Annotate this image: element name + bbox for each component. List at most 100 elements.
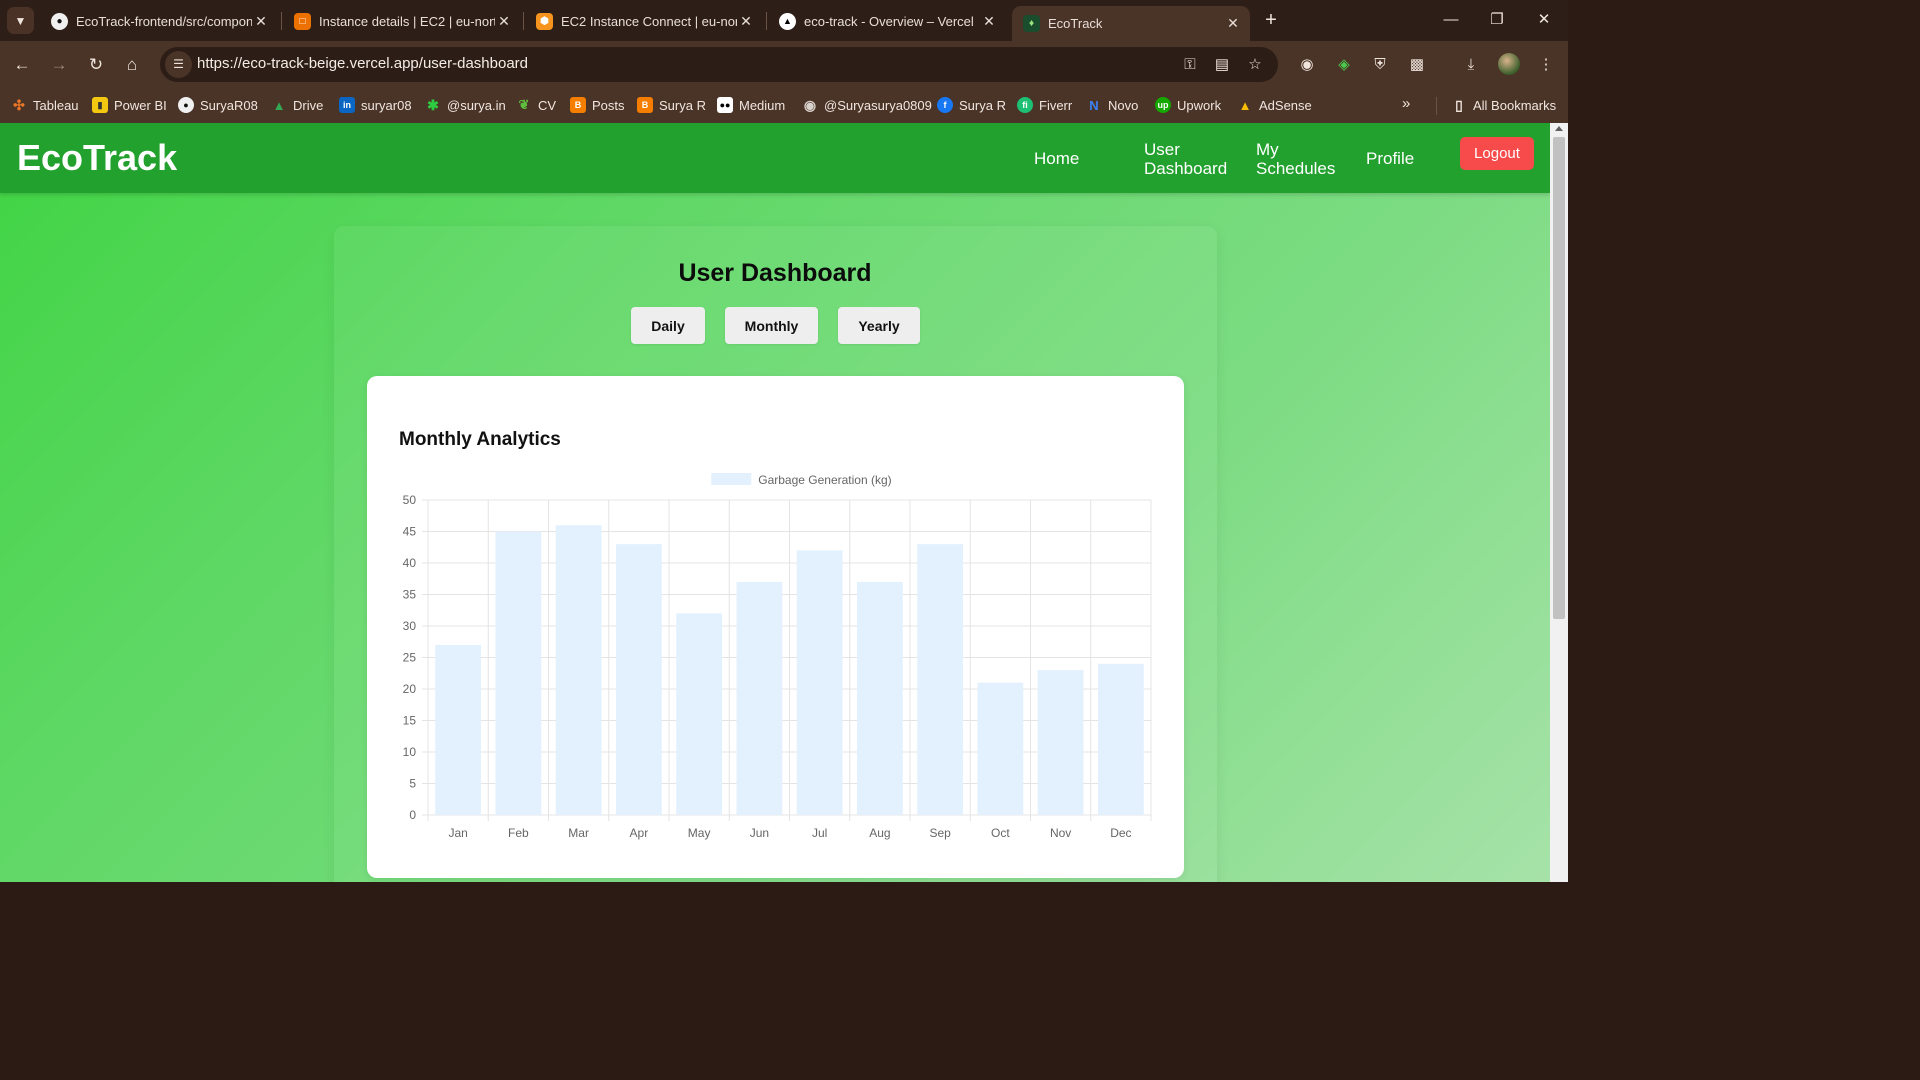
close-window-icon[interactable]: ✕ xyxy=(1532,8,1556,32)
close-tab-icon[interactable]: ✕ xyxy=(1224,15,1242,32)
extension-eye-icon[interactable]: ◈ xyxy=(1331,52,1357,78)
extensions-puzzle-icon[interactable]: ▩ xyxy=(1404,52,1430,78)
address-bar[interactable]: ☰ https://eco-track-beige.vercel.app/use… xyxy=(160,47,1278,82)
globe-icon: ◉ xyxy=(803,96,817,113)
tab-ec2-connect[interactable]: ⬢ EC2 Instance Connect | eu-north ✕ xyxy=(525,6,763,36)
bookmark-novo[interactable]: N Novo xyxy=(1086,95,1138,115)
legend-swatch xyxy=(711,473,752,485)
monthly-button[interactable]: Monthly xyxy=(725,307,818,344)
close-tab-icon[interactable]: ✕ xyxy=(495,13,513,30)
more-bookmarks-icon[interactable]: » xyxy=(1402,95,1410,112)
yearly-button[interactable]: Yearly xyxy=(838,307,920,344)
aws-ec2-icon: □ xyxy=(294,12,311,30)
extension-circle-icon[interactable]: ◉ xyxy=(1294,52,1320,78)
bar-dec xyxy=(1097,663,1144,815)
bookmark-linkedin[interactable]: in suryar08 xyxy=(339,95,412,115)
bookmark-label: Posts xyxy=(592,97,625,113)
bookmark-label: Medium xyxy=(739,97,786,113)
install-app-icon[interactable]: ▤ xyxy=(1210,53,1234,77)
url-text[interactable]: https://eco-track-beige.vercel.app/user-… xyxy=(197,55,528,72)
bookmark-drive[interactable]: ▲ Drive xyxy=(271,95,324,115)
brand-logo[interactable]: EcoTrack xyxy=(17,137,177,179)
menu-kebab-icon[interactable]: ⋮ xyxy=(1533,52,1559,78)
scrollbar-thumb[interactable] xyxy=(1553,137,1565,619)
bookmark-label: Surya R xyxy=(959,97,1006,113)
home-icon[interactable]: ⌂ xyxy=(119,52,145,78)
new-tab-button[interactable]: + xyxy=(1260,8,1282,32)
bookmark-surya-r-blog[interactable]: B Surya R xyxy=(637,95,706,115)
drive-icon: ▲ xyxy=(272,97,286,113)
blogger-icon: B xyxy=(637,97,653,113)
profile-avatar[interactable] xyxy=(1498,53,1520,75)
site-info-icon[interactable]: ☰ xyxy=(165,51,192,78)
bookmark-label: SuryaR08 xyxy=(200,97,258,113)
close-tab-icon[interactable]: ✕ xyxy=(252,13,270,30)
tab-ec2-instance[interactable]: □ Instance details | EC2 | eu-north ✕ xyxy=(283,6,521,36)
bookmark-medium[interactable]: ●● Medium xyxy=(717,95,785,115)
bar-mar xyxy=(555,525,602,815)
bookmark-surya-in[interactable]: ✱ @surya.in xyxy=(425,95,506,115)
nav-profile[interactable]: Profile xyxy=(1366,149,1414,168)
bookmark-posts[interactable]: B Posts xyxy=(570,95,625,115)
nav-home[interactable]: Home xyxy=(1034,149,1079,168)
bookmark-suryasurya0809[interactable]: ◉ @Suryasurya0809 xyxy=(802,95,932,115)
bookmark-adsense[interactable]: ▲ AdSense xyxy=(1237,95,1312,115)
bookmark-label: Novo xyxy=(1108,97,1139,113)
tab-separator xyxy=(281,12,282,30)
bookmark-star-icon[interactable]: ☆ xyxy=(1243,53,1267,77)
nav-user-dashboard-line2: Dashboard xyxy=(1144,159,1228,178)
bookmark-label: AdSense xyxy=(1259,97,1312,113)
close-tab-icon[interactable]: ✕ xyxy=(737,13,755,30)
bookmark-github[interactable]: ● SuryaR08 xyxy=(178,95,258,115)
tab-title: EcoTrack-frontend/src/compone xyxy=(76,13,252,29)
page-scrollbar[interactable] xyxy=(1550,123,1568,882)
reload-icon[interactable]: ↻ xyxy=(83,52,109,78)
close-tab-icon[interactable]: ✕ xyxy=(980,13,998,30)
bookmark-fiverr[interactable]: fi Fiverr xyxy=(1017,95,1072,115)
scroll-up-arrow-icon[interactable] xyxy=(1555,126,1563,131)
bookmark-upwork[interactable]: up Upwork xyxy=(1155,95,1221,115)
x-tick-label: Feb xyxy=(508,826,529,840)
y-tick-label: 50 xyxy=(403,493,417,507)
forward-icon[interactable]: → xyxy=(46,52,72,78)
all-bookmarks[interactable]: ▯ All Bookmarks xyxy=(1451,95,1556,115)
tab-github[interactable]: ● EcoTrack-frontend/src/compone ✕ xyxy=(40,6,278,36)
bookmarks-divider xyxy=(1436,97,1437,115)
downloads-icon[interactable]: ⤓ xyxy=(1458,52,1484,78)
page-viewport: EcoTrack Home User Dashboard My Schedule… xyxy=(0,123,1568,882)
tab-title: Instance details | EC2 | eu-north xyxy=(319,13,495,29)
tab-search-button[interactable]: ▼ xyxy=(7,7,34,34)
novo-icon: N xyxy=(1089,97,1099,113)
back-icon[interactable]: ← xyxy=(9,52,35,78)
leaf-icon: ❦ xyxy=(518,97,530,112)
y-tick-label: 25 xyxy=(403,651,417,665)
logout-button[interactable]: Logout xyxy=(1460,137,1534,170)
daily-button[interactable]: Daily xyxy=(631,307,705,344)
bookmark-facebook[interactable]: f Surya R xyxy=(937,95,1006,115)
x-tick-label: Aug xyxy=(869,826,890,840)
x-tick-label: Oct xyxy=(991,826,1010,840)
bookmark-powerbi[interactable]: ▮ Power BI xyxy=(92,95,167,115)
linkedin-icon: in xyxy=(339,97,355,113)
folder-icon: ▯ xyxy=(1455,96,1463,113)
legend-label: Garbage Generation (kg) xyxy=(758,473,891,487)
asterisk-icon: ✱ xyxy=(427,96,439,113)
bookmark-label: CV xyxy=(538,97,557,113)
bookmark-cv[interactable]: ❦ CV xyxy=(516,95,557,115)
minimize-icon[interactable]: — xyxy=(1439,8,1463,32)
github-icon: ● xyxy=(51,12,68,30)
bookmark-tableau[interactable]: ✣ Tableau xyxy=(11,95,78,115)
y-tick-label: 15 xyxy=(403,714,417,728)
nav-my-schedules[interactable]: My Schedules xyxy=(1256,140,1335,178)
tab-ecotrack[interactable]: ♦ EcoTrack ✕ xyxy=(1012,6,1250,41)
tab-title: eco-track - Overview – Vercel xyxy=(804,13,974,29)
x-tick-label: Jul xyxy=(812,826,827,840)
tab-vercel[interactable]: ▲ eco-track - Overview – Vercel ✕ xyxy=(768,6,1006,36)
restore-icon[interactable]: ❐ xyxy=(1485,8,1509,32)
password-key-icon[interactable]: ⚿ xyxy=(1178,53,1202,77)
site-navbar: EcoTrack Home User Dashboard My Schedule… xyxy=(0,123,1550,193)
nav-user-dashboard[interactable]: User Dashboard xyxy=(1144,140,1227,178)
extension-shield-icon[interactable]: ⛨ xyxy=(1367,52,1393,78)
x-tick-label: Nov xyxy=(1050,826,1071,840)
bookmark-label: Surya R xyxy=(659,97,706,113)
